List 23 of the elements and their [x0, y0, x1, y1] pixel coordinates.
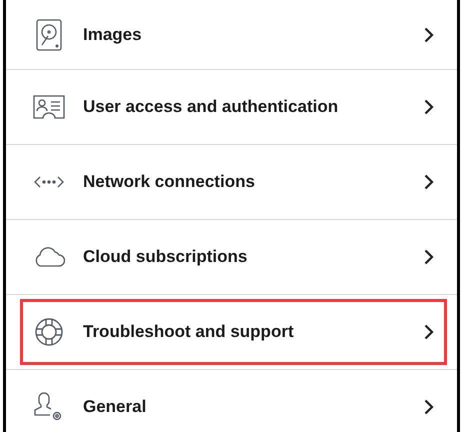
user-settings-icon — [34, 391, 64, 423]
item-label: Network connections — [83, 172, 256, 192]
chevron-right-icon — [424, 174, 434, 190]
settings-item[interactable]: Network connections — [20, 149, 447, 215]
item-label: Images — [83, 24, 143, 44]
lifebuoy-icon — [34, 317, 64, 347]
id-card-icon — [33, 95, 65, 119]
item-label: General — [83, 397, 148, 417]
chevron-right-icon — [424, 324, 434, 340]
item-label: Troubleshoot and support — [83, 322, 295, 342]
settings-item[interactable]: User access and authentication — [20, 74, 447, 140]
cloud-icon — [33, 247, 65, 267]
chevron-right-icon — [424, 99, 434, 115]
chevron-right-icon — [424, 26, 434, 42]
item-label: Cloud subscriptions — [83, 247, 248, 267]
network-icon — [34, 176, 64, 188]
settings-item[interactable]: Cloud subscriptions — [20, 224, 447, 290]
chevron-right-icon — [424, 399, 434, 415]
settings-item[interactable]: General — [20, 374, 447, 432]
highlight-box[interactable]: Troubleshoot and support — [20, 299, 447, 365]
settings-item[interactable]: Images — [20, 2, 447, 68]
chevron-right-icon — [424, 249, 434, 265]
item-label: User access and authentication — [83, 97, 340, 117]
